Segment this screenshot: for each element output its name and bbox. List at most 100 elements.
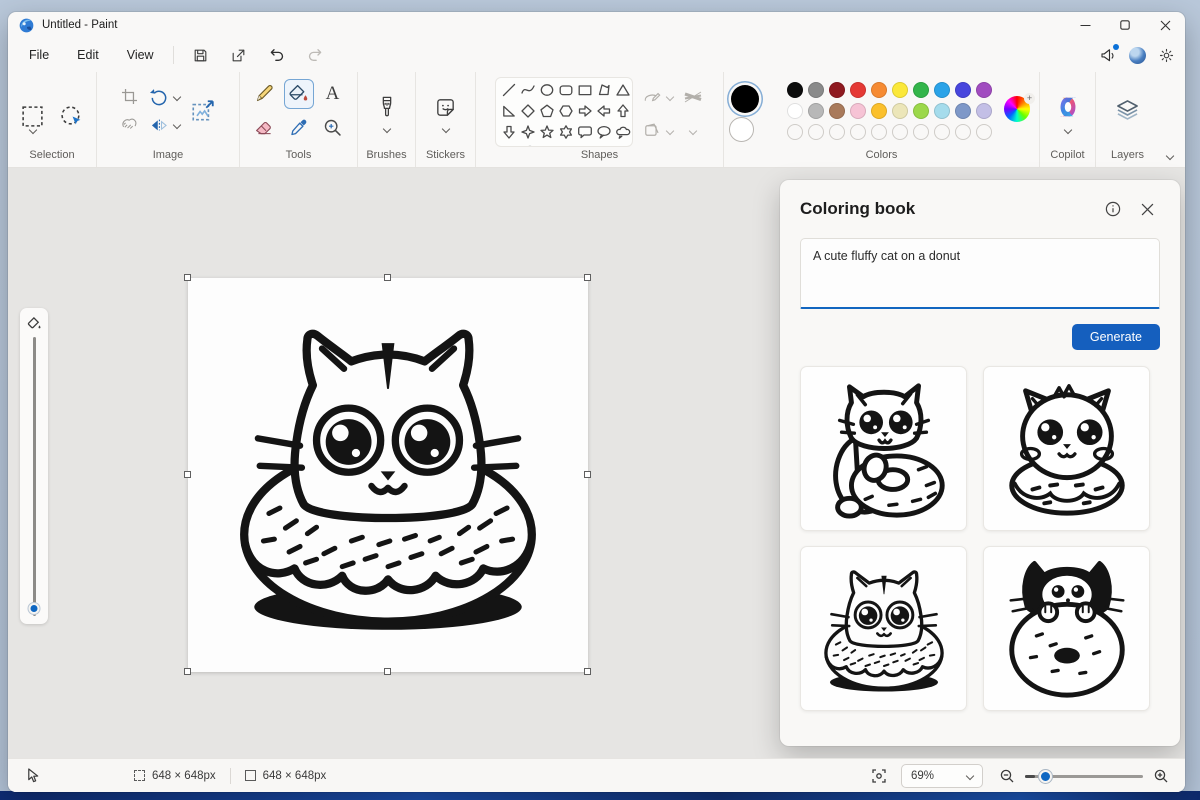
menu-file[interactable]: File (18, 43, 60, 67)
selection-handle-nw[interactable] (184, 274, 191, 281)
palette-color-swatch[interactable] (892, 102, 908, 119)
palette-empty-slot[interactable] (871, 123, 887, 140)
stickers-dropdown-chevron[interactable] (441, 124, 450, 133)
shape-oval-speech-bubble[interactable] (595, 123, 613, 141)
palette-empty-slot[interactable] (850, 123, 866, 140)
edit-colors-wheel-icon[interactable]: + (1004, 92, 1035, 126)
shape-six-point-star[interactable] (557, 123, 575, 141)
panel-close-icon[interactable] (1134, 196, 1160, 222)
magnifier-icon[interactable] (322, 117, 343, 138)
shape-thickness-icon[interactable] (681, 85, 705, 109)
tolerance-slider-thumb[interactable] (28, 603, 40, 614)
undo-icon[interactable] (262, 42, 292, 68)
layers-icon[interactable] (1114, 97, 1141, 124)
prompt-input[interactable]: A cute fluffy cat on a donut (800, 238, 1160, 309)
menu-edit[interactable]: Edit (66, 43, 110, 67)
fit-to-screen-icon[interactable] (871, 768, 887, 784)
shape-curve[interactable] (519, 81, 537, 99)
copilot-icon[interactable] (1055, 94, 1081, 120)
maximize-button[interactable] (1105, 12, 1145, 38)
brushes-icon[interactable] (376, 95, 398, 119)
ai-erase-icon[interactable] (120, 115, 139, 134)
share-icon[interactable] (224, 42, 254, 68)
fill-dropdown-chevron[interactable] (665, 126, 674, 135)
shape-four-point-star[interactable] (519, 123, 537, 141)
redo-icon[interactable] (300, 42, 330, 68)
palette-empty-slot[interactable] (892, 123, 908, 140)
shape-right-arrow[interactable] (576, 102, 594, 120)
palette-empty-slot[interactable] (787, 123, 803, 140)
palette-color-swatch[interactable] (913, 81, 929, 98)
palette-empty-slot[interactable] (955, 123, 971, 140)
shape-cloud-speech-bubble[interactable] (614, 123, 632, 141)
primary-color-swatch[interactable] (731, 84, 759, 113)
palette-color-swatch[interactable] (934, 81, 950, 98)
palette-color-swatch[interactable] (976, 81, 992, 98)
palette-color-swatch[interactable] (808, 102, 824, 119)
palette-color-swatch[interactable] (871, 81, 887, 98)
crop-icon[interactable] (120, 87, 139, 106)
shape-down-arrow[interactable] (500, 123, 518, 141)
flip-dropdown-chevron[interactable] (172, 120, 182, 129)
shape-right-triangle[interactable] (500, 102, 518, 120)
text-tool-icon[interactable]: A (326, 83, 340, 105)
palette-color-swatch[interactable] (955, 102, 971, 119)
zoom-slider[interactable] (1025, 769, 1143, 783)
generate-button[interactable]: Generate (1071, 324, 1160, 350)
selection-handle-s[interactable] (384, 668, 391, 675)
palette-color-swatch[interactable] (829, 81, 845, 98)
tolerance-slider-track[interactable] (28, 337, 40, 616)
zoom-slider-thumb[interactable] (1039, 769, 1052, 783)
rotate-icon[interactable] (149, 87, 169, 107)
zoom-in-icon[interactable] (1153, 768, 1169, 784)
pencil-icon[interactable] (254, 83, 275, 104)
palette-empty-slot[interactable] (808, 123, 824, 140)
drawing-canvas[interactable] (188, 278, 588, 672)
palette-color-swatch[interactable] (787, 102, 803, 119)
palette-color-swatch[interactable] (850, 102, 866, 119)
brushes-dropdown-chevron[interactable] (382, 124, 391, 134)
rotate-dropdown-chevron[interactable] (172, 92, 182, 101)
selection-handle-n[interactable] (384, 274, 391, 281)
zoom-out-icon[interactable] (999, 768, 1015, 784)
thumbnail-1[interactable] (800, 366, 967, 531)
resize-image-icon[interactable] (190, 98, 216, 124)
palette-empty-slot[interactable] (829, 123, 845, 140)
palette-color-swatch[interactable] (934, 102, 950, 119)
shape-up-arrow[interactable] (614, 102, 632, 120)
zoom-level-dropdown[interactable]: 69% (901, 763, 983, 788)
palette-color-swatch[interactable] (829, 102, 845, 119)
stickers-icon[interactable] (434, 96, 457, 119)
info-icon[interactable] (1100, 196, 1126, 222)
save-icon[interactable] (186, 42, 216, 68)
copilot-dropdown-chevron[interactable] (1063, 125, 1072, 135)
minimize-button[interactable] (1065, 12, 1105, 38)
shape-left-arrow[interactable] (595, 102, 613, 120)
shape-diamond[interactable] (519, 102, 537, 120)
palette-color-swatch[interactable] (892, 81, 908, 98)
shape-rectangle[interactable] (576, 81, 594, 99)
palette-empty-slot[interactable] (913, 123, 929, 140)
shape-rounded-rectangle[interactable] (557, 81, 575, 99)
shape-pentagon[interactable] (538, 102, 556, 120)
selection-handle-w[interactable] (184, 471, 191, 478)
shape-outline-icon[interactable] (643, 88, 662, 107)
shape-rounded-speech-bubble[interactable] (576, 123, 594, 141)
thickness-dropdown-chevron[interactable] (688, 126, 697, 135)
shape-polygon[interactable] (595, 81, 613, 99)
selection-handle-e[interactable] (584, 471, 591, 478)
account-avatar[interactable] (1129, 46, 1146, 64)
shape-fill-icon[interactable] (643, 121, 662, 140)
palette-color-swatch[interactable] (955, 81, 971, 98)
shape-five-point-star[interactable] (538, 123, 556, 141)
menu-view[interactable]: View (116, 43, 165, 67)
secondary-color-swatch[interactable] (729, 116, 754, 142)
palette-color-swatch[interactable] (787, 81, 803, 98)
close-button[interactable] (1145, 12, 1185, 38)
palette-empty-slot[interactable] (976, 123, 992, 140)
thumbnail-4[interactable] (983, 546, 1150, 711)
eyedropper-icon[interactable] (288, 117, 309, 138)
palette-color-swatch[interactable] (913, 102, 929, 119)
thumbnail-2[interactable] (983, 366, 1150, 531)
shape-oval[interactable] (538, 81, 556, 99)
